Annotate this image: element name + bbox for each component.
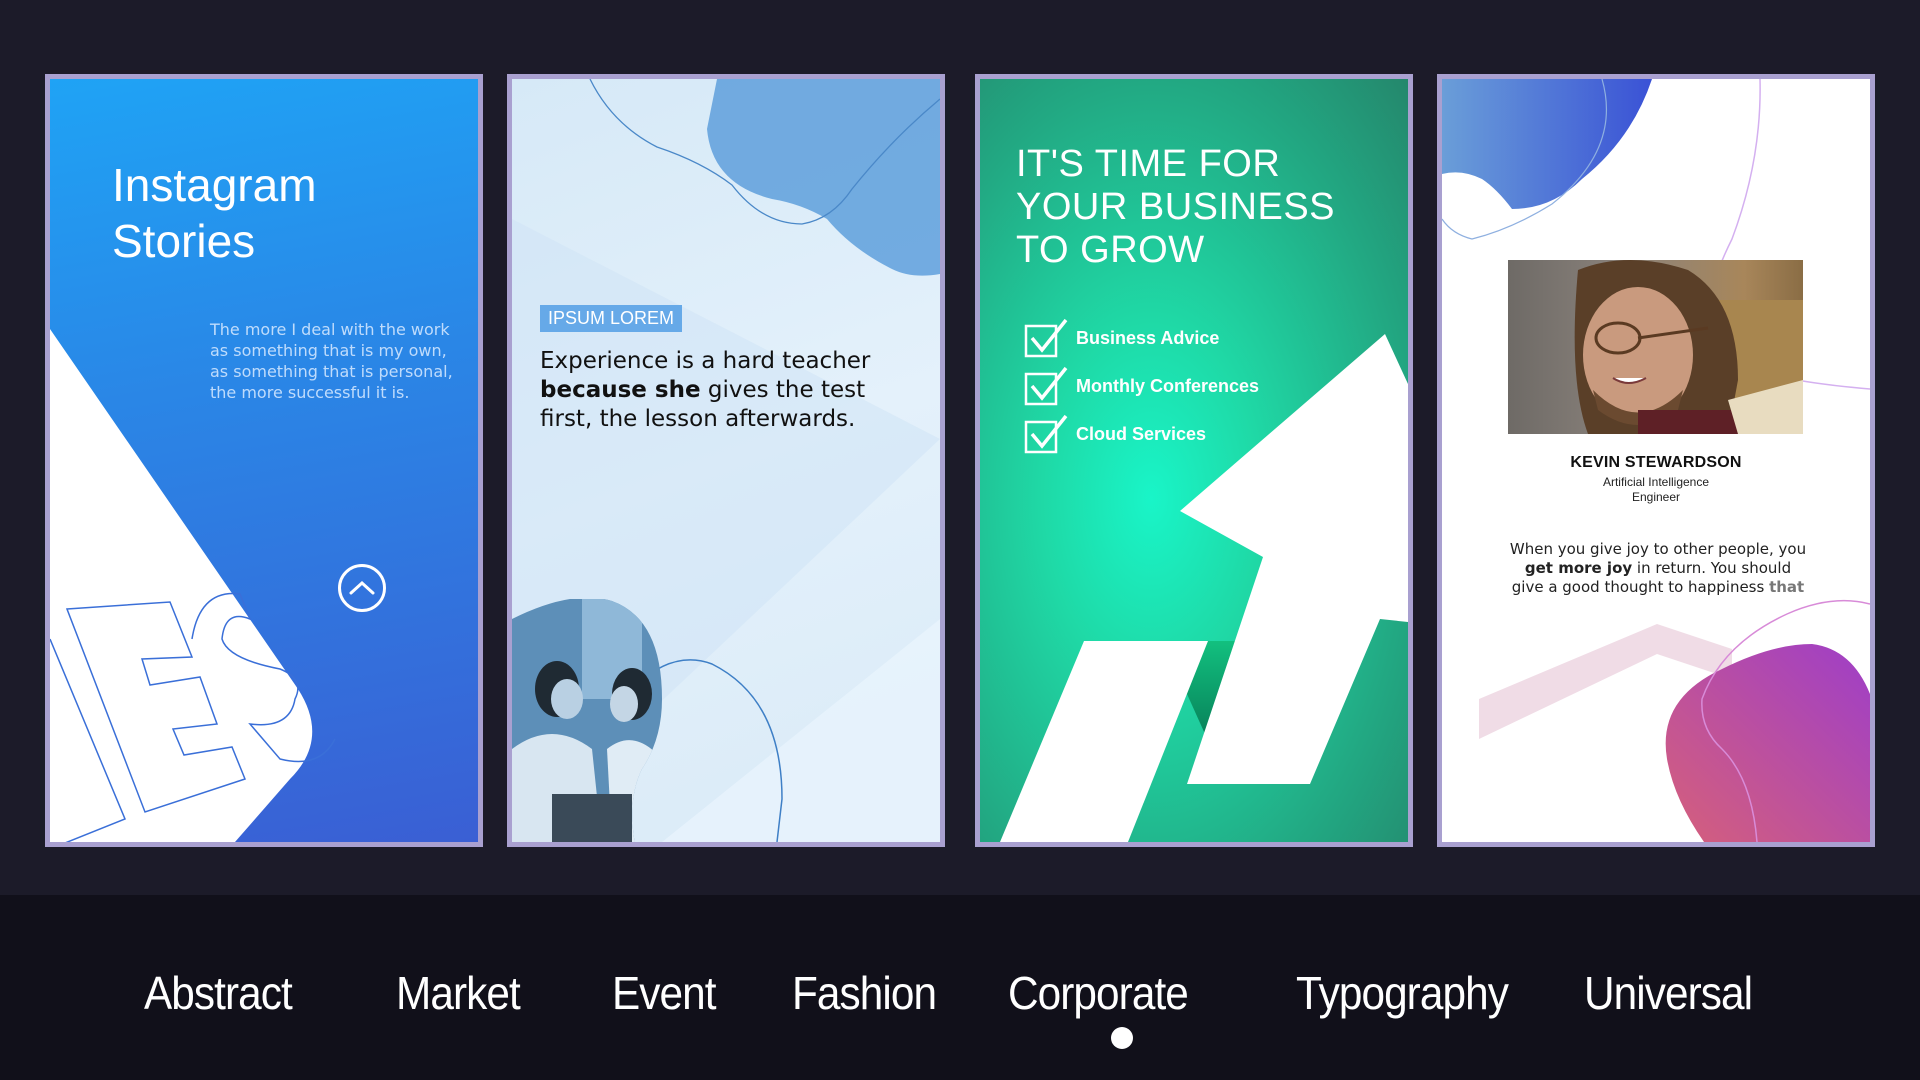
nav-item-corporate[interactable]: Corporate [1008,968,1189,1018]
card-quote: Experience is a hard teacher because she… [540,347,900,434]
role-line: Artificial Intelligence [1602,475,1710,489]
card-quote: When you give joy to other people, you g… [1508,540,1808,597]
service-checklist: Business Advice Monthly Conferences Clou… [1024,314,1259,458]
quote-emphasis: get more joy [1524,559,1633,577]
checklist-label: Cloud Services [1076,423,1207,444]
template-card-corporate[interactable]: IT'S TIME FOR YOUR BUSINESS TO GROW Busi… [975,74,1413,847]
active-indicator-dot [1111,1027,1133,1049]
checklist-item: Cloud Services [1024,410,1259,458]
card-title: Instagram Stories [112,157,317,269]
quote-emphasis: because she [540,377,701,403]
quote-text: Experience is a hard teacher [540,348,871,374]
role-line: Engineer [1631,490,1681,504]
checkbox-checked-icon [1024,414,1068,454]
chevron-up-circle-icon[interactable] [338,564,386,612]
headline-line: TO GROW [1016,229,1205,271]
checklist-item: Monthly Conferences [1024,362,1259,410]
nav-item-event[interactable]: Event [612,968,717,1018]
quote-text: When you give joy to other people, you [1509,540,1807,558]
checkbox-checked-icon [1024,318,1068,358]
nav-item-universal[interactable]: Universal [1584,968,1753,1018]
card-canvas: KEVIN STEWARDSON Artificial Intelligence… [1442,79,1870,842]
checklist-item: Business Advice [1024,314,1259,362]
nav-item-typography[interactable]: Typography [1296,968,1509,1018]
two-women-laughing-photo [512,599,712,842]
title-line: Stories [112,215,256,267]
checkbox-checked-icon [1024,366,1068,406]
person-role: Artificial Intelligence Engineer [1442,475,1870,505]
blue-blob [1442,79,1652,209]
checklist-label: Monthly Conferences [1076,375,1260,396]
nav-item-market[interactable]: Market [396,968,521,1018]
person-name: KEVIN STEWARDSON [1570,454,1742,471]
card-canvas: IPSUM LOREM Experience is a hard teacher… [512,79,940,842]
checklist-label: Business Advice [1076,327,1220,348]
nav-item-abstract[interactable]: Abstract [144,968,293,1018]
card-canvas: IT'S TIME FOR YOUR BUSINESS TO GROW Busi… [980,79,1408,842]
headline-line: IT'S TIME FOR [1016,143,1281,185]
headline-line: YOUR BUSINESS [1016,186,1336,228]
template-card-quote[interactable]: IPSUM LOREM Experience is a hard teacher… [507,74,945,847]
card-quote: The more I deal with the work as somethi… [210,320,453,402]
pink-purple-blob [1665,644,1870,842]
nav-item-fashion[interactable]: Fashion [792,968,937,1018]
smiling-man-glasses-photo [1508,260,1803,434]
template-card-instagram-stories[interactable]: Instagram Stories The more I deal with t… [45,74,483,847]
template-card-profile[interactable]: KEVIN STEWARDSON Artificial Intelligence… [1437,74,1875,847]
title-line: Instagram [112,159,317,211]
blue-blob [707,79,940,276]
card-headline: IT'S TIME FOR YOUR BUSINESS TO GROW [1016,143,1335,272]
quote-fading-word: that [1769,578,1805,596]
card-canvas: Instagram Stories The more I deal with t… [50,79,478,842]
category-badge: IPSUM LOREM [540,305,683,332]
